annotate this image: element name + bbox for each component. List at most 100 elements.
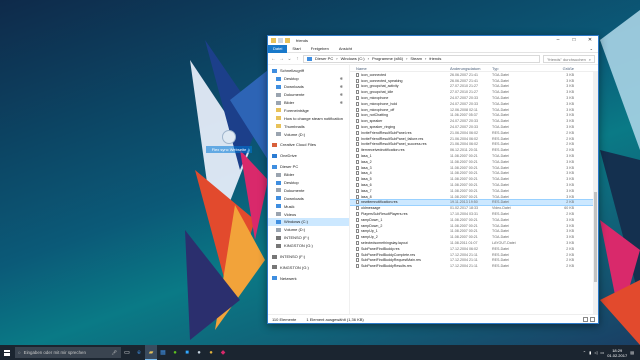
breadcrumb[interactable]: Dieser PC › Windows (C:) › Programme (x86)… (303, 54, 540, 63)
nav-item[interactable]: Dieser PC (268, 163, 349, 171)
back-arrow-icon[interactable]: ← (271, 56, 276, 62)
nav-item[interactable]: Desktop (268, 179, 349, 187)
file-row[interactable]: SubPanelFindBuddyResults.res 17.12.2004 2… (350, 263, 598, 269)
photoshop-icon[interactable]: ■ (181, 345, 193, 360)
forward-arrow-icon[interactable]: → (279, 56, 284, 62)
file-size: 3 KB (566, 107, 574, 112)
file-name-cell: InviteFriendResultSubPanel_success.res (350, 142, 450, 147)
file-name-cell: lasa_3 (350, 165, 450, 170)
file-name-cell: lasa_1 (350, 154, 450, 159)
file-size: 3 KB (566, 78, 574, 83)
task-view-icon[interactable]: ▭ (121, 345, 133, 360)
file-type: TGA-Datei (492, 107, 509, 112)
file-name-cell: rampDown_1 (350, 217, 450, 222)
nav-item[interactable]: Netzwerk (268, 274, 349, 282)
nav-item[interactable]: Volume (D:) (268, 130, 349, 138)
vertical-scrollbar[interactable] (593, 72, 598, 314)
nav-item-label: KINGSTON (G:) (284, 243, 313, 249)
scrollbar-thumb[interactable] (594, 192, 597, 282)
nav-item[interactable]: Dokumente (268, 186, 349, 194)
breadcrumb-item[interactable]: Dieser PC (315, 56, 333, 61)
nav-item[interactable]: INTENSO (F:) (268, 234, 349, 242)
breadcrumb-item[interactable]: Steam (410, 56, 422, 61)
onedrive-icon (272, 153, 277, 158)
breadcrumb-item[interactable]: Programme (x86) (372, 56, 403, 61)
file-date: 27.07.2010 21:27 (450, 90, 478, 95)
column-name[interactable]: Name (350, 66, 450, 71)
file-explorer-taskbar-icon[interactable]: ▰ (145, 345, 157, 360)
nav-item[interactable]: Musik (268, 202, 349, 210)
tab-freigeben[interactable]: Freigeben (306, 45, 334, 53)
app-icon[interactable]: ◆ (217, 345, 229, 360)
file-type: RES-Datei (492, 142, 509, 147)
nav-item[interactable]: Bilder ✱ (268, 99, 349, 107)
nav-item[interactable]: Videos (268, 210, 349, 218)
file-name-cell: lasa_2 (350, 159, 450, 164)
network-icon[interactable]: ▮ (589, 350, 591, 355)
nav-item[interactable]: OneDrive (268, 152, 349, 160)
file-icon (356, 72, 359, 77)
file-name-cell: lasa_7 (350, 188, 450, 193)
taskbar-search[interactable]: ○ Eingaben oder mit mir sprechen 🎤︎ (15, 347, 121, 358)
nav-item[interactable]: Thumbnails (268, 122, 349, 130)
column-size[interactable]: Größe (538, 66, 578, 71)
steam-icon[interactable]: ● (193, 345, 205, 360)
clock[interactable]: 18:29 01.02.2017 (607, 348, 627, 358)
nav-item[interactable]: INTENSO (F:) (268, 253, 349, 261)
chevron-up-icon[interactable]: ⌃ (583, 350, 586, 355)
search-input[interactable]: "friends" durchsuchen ⌕ (543, 54, 595, 63)
nav-item[interactable]: Bilder (268, 171, 349, 179)
nav-item[interactable]: Creative Cloud Files (268, 141, 349, 149)
chrome-icon[interactable]: ● (205, 345, 217, 360)
file-size: 2 KB (566, 252, 574, 257)
drive-icon (276, 227, 281, 232)
file-type: RES-Datei (492, 246, 509, 251)
new-folder-icon[interactable] (285, 38, 290, 43)
minimize-button[interactable]: – (550, 36, 566, 45)
file-type: TGA-Datei (492, 78, 509, 83)
breadcrumb-item[interactable]: Windows (C:) (341, 56, 365, 61)
nav-item[interactable]: Windows (C:) (268, 218, 349, 226)
tab-ansicht[interactable]: Ansicht (334, 45, 357, 53)
network-icon (272, 276, 277, 281)
file-name-cell: icon_groupchat_activity (350, 84, 450, 89)
file-name-cell: lasa_8 (350, 194, 450, 199)
store-icon[interactable]: ▦ (157, 345, 169, 360)
keyboard-icon[interactable]: ▭ (600, 350, 604, 355)
file-type: TGA-Datei (492, 125, 509, 130)
column-type[interactable]: Typ (492, 66, 538, 71)
column-date[interactable]: Änderungsdatum (450, 66, 492, 71)
properties-icon[interactable] (278, 38, 283, 43)
nav-item[interactable]: How to change steam notification (268, 114, 349, 122)
folder-icon (276, 116, 281, 121)
nav-item[interactable]: Downloads (268, 194, 349, 202)
nav-item[interactable]: Desktop ✱ (268, 75, 349, 83)
nav-item[interactable]: Dokumente ✱ (268, 91, 349, 99)
notifications-icon[interactable]: ▤ (630, 350, 634, 355)
tab-start[interactable]: Start (287, 45, 305, 53)
nav-item[interactable]: KINGSTON (G:) (268, 242, 349, 250)
nav-item[interactable]: Volume (D:) (268, 226, 349, 234)
recent-locations-icon[interactable]: ⌄ (287, 56, 292, 62)
large-icons-view-icon[interactable] (590, 316, 595, 322)
file-name: icon_groupchat_idle (361, 90, 394, 95)
nav-item[interactable]: Downloads ✱ (268, 83, 349, 91)
maximize-button[interactable]: □ (566, 36, 582, 45)
xbox-icon[interactable]: ● (169, 345, 181, 360)
microphone-icon[interactable]: 🎤︎ (111, 350, 117, 356)
details-view-icon[interactable] (583, 316, 588, 322)
start-button[interactable] (0, 345, 14, 360)
nav-item-label: Windows (C:) (284, 219, 309, 225)
nav-item[interactable]: KINGSTON (G:) (268, 263, 349, 271)
desktop-shortcut[interactable]: Flex sync Webseite (206, 130, 252, 153)
file-icon (356, 84, 359, 89)
volume-icon[interactable]: ◁ (594, 350, 597, 355)
edge-icon[interactable]: e (133, 345, 145, 360)
close-button[interactable]: ✕ (582, 36, 598, 45)
nav-item[interactable]: Schnellzugriff (268, 67, 349, 75)
tab-datei[interactable]: Datei (268, 44, 288, 53)
up-arrow-icon[interactable]: ↑ (295, 56, 300, 62)
chevron-down-icon[interactable]: ⌄ (585, 46, 598, 51)
breadcrumb-item[interactable]: friends (429, 56, 441, 61)
nav-item[interactable]: Foreneinträge (268, 106, 349, 114)
